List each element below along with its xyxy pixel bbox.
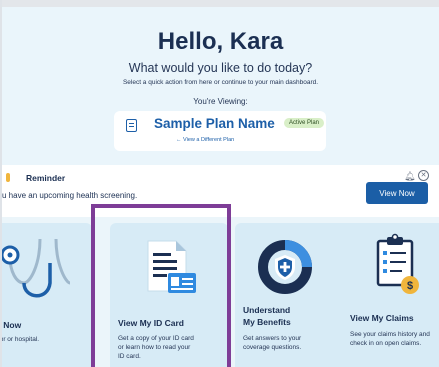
card-title: Care Now (2, 320, 22, 330)
card-care-now[interactable]: Care Now a doctor or hospital. (2, 223, 92, 367)
active-plan-badge: Active Plan (284, 118, 325, 128)
quick-actions: Care Now a doctor or hospital. View My I… (2, 217, 439, 367)
welcome-helper-text: Select a quick action from here or conti… (122, 79, 319, 86)
welcome-subtitle: What would you like to do today? (128, 61, 313, 75)
reminder-message: u have an upcoming health screening. (2, 191, 138, 200)
card-understand-benefits[interactable]: Understand My Benefits Get answers to yo… (235, 223, 353, 367)
id-card-icon (147, 240, 196, 293)
bell-icon[interactable]: 🔔︎ (404, 171, 415, 182)
window-top-border (0, 0, 439, 7)
reminder-title: Reminder (26, 173, 66, 183)
card-description-line-2: check in on open claims. (350, 340, 422, 347)
stethoscope-icon (2, 238, 71, 298)
card-description-line-3: ID card. (118, 353, 141, 360)
card-description-line-2: coverage questions. (243, 344, 302, 351)
card-title-line-1: Understand (243, 305, 291, 315)
greeting-heading: Hello, Kara (157, 28, 284, 55)
reminder-marker (6, 173, 10, 182)
reminder-banner: Reminder u have an upcoming health scree… (2, 165, 439, 217)
viewing-label: You're Viewing: (193, 97, 248, 106)
close-icon[interactable]: ✕ (418, 170, 429, 181)
card-title-line-2: My Benefits (243, 317, 291, 327)
plan-name: Sample Plan Name (154, 116, 275, 131)
card-title: View My ID Card (118, 318, 184, 328)
card-description: a doctor or hospital. (2, 336, 40, 343)
card-view-claims[interactable]: $ View My Claims See your claims history… (342, 223, 439, 367)
shield-donut-icon (258, 240, 312, 294)
plan-card: Sample Plan Name Active Plan ← View a Di… (114, 111, 326, 151)
view-different-plan-link[interactable]: ← View a Different Plan (176, 137, 234, 143)
clipboard-dollar-icon: $ (376, 233, 419, 294)
document-icon (126, 119, 137, 132)
card-title: View My Claims (350, 313, 414, 323)
view-now-button[interactable]: View Now (366, 182, 428, 204)
card-view-id-card[interactable]: View My ID Card Get a copy of your ID ca… (110, 223, 228, 367)
welcome-hero: Hello, Kara What would you like to do to… (2, 7, 439, 165)
svg-text:$: $ (407, 280, 413, 292)
